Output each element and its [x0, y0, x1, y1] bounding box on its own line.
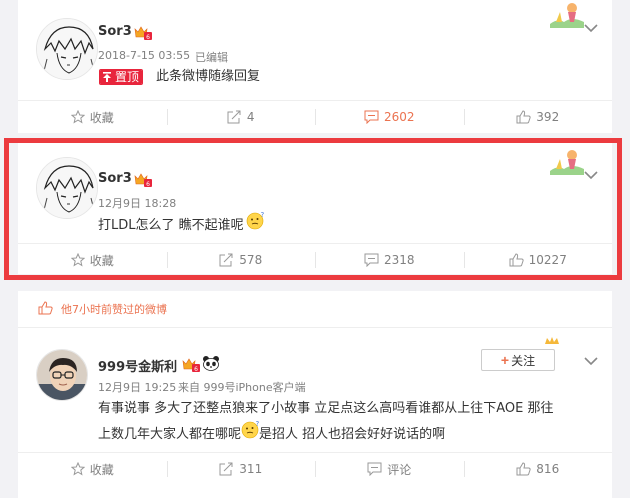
comment-icon [364, 253, 379, 267]
action-bar: 收藏 578 2318 10227 [18, 244, 612, 276]
star-icon [70, 462, 85, 476]
repost-icon [219, 462, 234, 476]
vip-badge-icon: 6 [134, 172, 152, 188]
favorite-button[interactable]: 收藏 [18, 101, 167, 133]
post-text-line-2b: 是招人 招人也招会好好说话的啊 [259, 426, 446, 442]
comment-icon [364, 110, 379, 124]
svg-text:6: 6 [146, 181, 150, 187]
comment-label: 评论 [387, 462, 412, 477]
repost-icon [227, 110, 242, 124]
post-card-1: Sor3 6 2018-7-15 03:55 已编辑 置顶 此条微博随缘回复 收… [18, 0, 612, 133]
like-count: 392 [536, 110, 560, 124]
edited-label: 已编辑 [195, 51, 228, 64]
post-content: 打LDL怎么了 瞧不起谁呢 ? [98, 211, 264, 239]
divider [18, 327, 612, 328]
chevron-down-icon[interactable] [584, 351, 602, 366]
svg-text:?: ? [260, 212, 264, 219]
like-button[interactable]: 816 [463, 453, 613, 485]
like-count: 10227 [528, 253, 567, 267]
action-bar: 收藏 311 评论 816 [18, 453, 612, 485]
like-button[interactable]: 10227 [463, 244, 613, 276]
avatar[interactable] [36, 157, 98, 219]
comment-count: 2602 [383, 110, 415, 124]
post-timestamp[interactable]: 12月9日 19:25 [98, 379, 176, 395]
avatar[interactable] [36, 349, 88, 401]
comment-icon [367, 462, 382, 476]
chevron-down-icon[interactable] [584, 165, 602, 180]
follow-button[interactable]: + 关注 [481, 349, 555, 371]
favorite-button[interactable]: 收藏 [18, 453, 167, 485]
follow-label: 关注 [511, 353, 536, 368]
card-decoration-icon [550, 0, 584, 32]
vip-badge-icon: 6 [182, 357, 200, 373]
repost-count: 578 [239, 253, 263, 267]
panda-badge-icon [202, 355, 220, 371]
post-text: 打LDL怎么了 瞧不起谁呢 [98, 217, 244, 233]
thinking-face-icon: ? [241, 420, 260, 448]
repost-icon [219, 253, 234, 267]
pinned-label: 置顶 [114, 70, 143, 84]
like-count: 816 [536, 462, 560, 476]
thumbs-up-icon [516, 462, 531, 476]
liked-notice-text: 他7小时前赞过的微博 [61, 303, 167, 316]
thumbs-up-icon [38, 300, 53, 318]
vip-badge-icon: 6 [134, 25, 152, 41]
repost-count: 4 [246, 110, 255, 124]
svg-text:6: 6 [146, 34, 150, 40]
post-timestamp[interactable]: 2018-7-15 03:55 [98, 49, 190, 62]
comment-count: 2318 [383, 253, 415, 267]
post-timestamp[interactable]: 12月9日 18:28 [98, 195, 176, 211]
thumbs-up-icon [509, 253, 524, 267]
thinking-face-icon: ? [246, 211, 264, 239]
post-content: 有事说事 多大了还整点狼来了小故事 立足点这么高吗看谁都从上往下AOE 那往 上… [98, 397, 598, 448]
avatar[interactable] [36, 18, 98, 80]
star-icon [70, 253, 85, 267]
post-card-2: Sor3 6 12月9日 18:28 打LDL怎么了 瞧不起谁呢 ? 收藏 57… [18, 143, 612, 274]
repost-button[interactable]: 4 [166, 101, 316, 133]
post-content: 此条微博随缘回复 [156, 69, 261, 84]
pinned-badge: 置顶 [99, 69, 144, 85]
post-text-line-1: 有事说事 多大了还整点狼来了小故事 立足点这么高吗看谁都从上往下AOE 那往 [98, 401, 554, 416]
chevron-down-icon[interactable] [584, 18, 602, 33]
username[interactable]: Sor3 [98, 24, 132, 39]
liked-notice: 他7小时前赞过的微博 [18, 291, 612, 327]
username[interactable]: 999号金斯利 [98, 356, 177, 375]
svg-text:6: 6 [194, 366, 198, 372]
favorite-label: 收藏 [89, 110, 114, 125]
comment-button[interactable]: 评论 [315, 453, 464, 485]
post-source: 来自 999号iPhone客户端 [178, 381, 306, 394]
plus-icon: + [500, 352, 510, 368]
crown-decoration-icon [544, 331, 560, 350]
favorite-label: 收藏 [89, 462, 114, 477]
star-icon [70, 110, 85, 124]
comment-button[interactable]: 2602 [315, 101, 464, 133]
repost-count: 311 [239, 462, 263, 476]
post-text-line-2a: 上数几年大家人都在哪呢 [98, 426, 242, 442]
username[interactable]: Sor3 [98, 171, 132, 186]
favorite-label: 收藏 [89, 253, 114, 268]
repost-button[interactable]: 578 [166, 244, 316, 276]
comment-button[interactable]: 2318 [315, 244, 464, 276]
favorite-button[interactable]: 收藏 [18, 244, 167, 276]
post-card-3: 他7小时前赞过的微博 999号金斯利 6 12月9日 19:25 来自 999号… [18, 291, 612, 498]
repost-button[interactable]: 311 [166, 453, 316, 485]
thumbs-up-icon [516, 110, 531, 124]
pin-top-icon [100, 70, 114, 84]
card-decoration-icon [550, 147, 584, 179]
like-button[interactable]: 392 [463, 101, 613, 133]
action-bar: 收藏 4 2602 392 [18, 101, 612, 133]
